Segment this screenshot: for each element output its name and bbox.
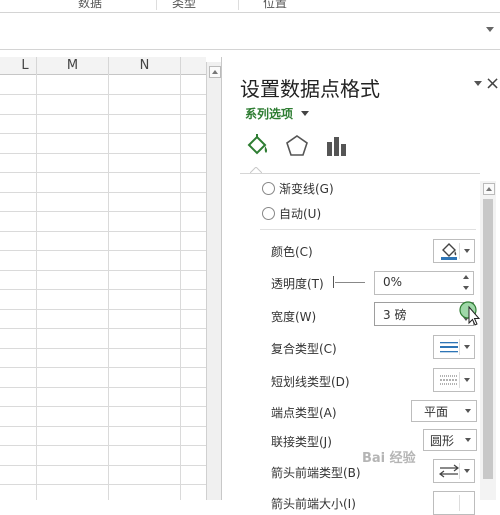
grid-line	[0, 270, 206, 271]
transparency-label: 透明度(T)	[271, 277, 324, 291]
spin-down-icon[interactable]	[459, 283, 473, 294]
automatic-radio[interactable]	[262, 207, 275, 220]
effects-pentagon-icon[interactable]	[284, 133, 310, 159]
double-arrow-icon	[439, 464, 459, 478]
grid-line	[0, 426, 206, 427]
gradient-line-label[interactable]: 渐变线(G)	[279, 180, 334, 197]
series-options-dropdown[interactable]: 系列选项	[245, 105, 293, 122]
column-header[interactable]: L	[0, 57, 37, 75]
dash-type-dropdown[interactable]	[433, 368, 475, 392]
compound-type-dropdown[interactable]	[433, 335, 475, 359]
caret-down-icon[interactable]	[301, 111, 309, 116]
ribbon-tab-type[interactable]: 类型	[172, 0, 196, 11]
column-header[interactable]: N	[109, 57, 181, 75]
scrollbar-thumb[interactable]	[483, 199, 493, 479]
grid-line	[0, 231, 206, 232]
arrow-begin-type-dropdown[interactable]	[433, 459, 475, 483]
formula-bar[interactable]	[0, 13, 500, 50]
chevron-down-icon[interactable]	[474, 81, 482, 86]
dash-type-label: 短划线类型(D)	[271, 375, 350, 389]
column-header[interactable]	[181, 57, 206, 75]
grid-line	[0, 250, 206, 251]
paint-bucket-icon	[441, 243, 457, 260]
width-label: 宽度(W)	[271, 310, 317, 324]
spreadsheet-grid[interactable]: L M N	[0, 57, 206, 500]
grid-line	[0, 465, 206, 466]
grid-line	[0, 153, 206, 154]
grid-line	[0, 133, 206, 134]
compound-lines-icon	[440, 342, 458, 353]
grid-line	[0, 348, 206, 349]
grid-line	[36, 74, 37, 500]
transparency-slider-thumb[interactable]	[333, 276, 334, 288]
fill-line-icon[interactable]	[244, 133, 270, 159]
grid-line	[180, 74, 181, 500]
transparency-input[interactable]: 0%	[374, 271, 474, 295]
grid-line	[0, 387, 206, 388]
grid-line	[108, 74, 109, 500]
watermark-logo: Bai 经验	[362, 451, 416, 466]
spin-up-icon[interactable]	[459, 272, 473, 283]
dash-lines-icon	[440, 375, 458, 385]
color-label: 颜色(C)	[271, 245, 313, 259]
compound-type-label: 复合类型(C)	[271, 342, 337, 356]
pane-vertical-scrollbar[interactable]	[480, 181, 496, 500]
cap-type-dropdown[interactable]: 平面	[411, 400, 477, 422]
column-header[interactable]: M	[37, 57, 109, 75]
format-data-point-pane: 设置数据点格式 × 系列选项 渐变线(G) 自动(U) 颜色(C) 透明度(T)	[221, 57, 500, 515]
scroll-up-icon[interactable]	[209, 66, 221, 78]
grid-line	[0, 114, 206, 115]
join-type-dropdown[interactable]: 圆形	[423, 429, 477, 451]
ribbon-tab-location[interactable]: 位置	[263, 0, 287, 11]
mouse-cursor-highlight	[459, 301, 481, 326]
scroll-up-icon[interactable]	[483, 183, 495, 195]
grid-line	[0, 211, 206, 212]
ribbon-tab-data[interactable]: 数据	[78, 0, 102, 11]
ribbon-bar: 数据 类型 位置	[0, 0, 500, 13]
grid-line	[0, 309, 206, 310]
join-type-label: 联接类型(J)	[271, 435, 332, 449]
grid-line	[0, 406, 206, 407]
pane-title: 设置数据点格式	[240, 77, 380, 101]
gradient-line-radio[interactable]	[262, 182, 275, 195]
arrow-begin-size-label: 箭头前端大小(I)	[271, 497, 356, 511]
sheet-vertical-scrollbar[interactable]	[206, 62, 222, 500]
cap-type-label: 端点类型(A)	[271, 406, 337, 420]
close-icon[interactable]: ×	[485, 73, 500, 94]
grid-line	[0, 192, 206, 193]
formula-expand-icon[interactable]	[486, 27, 494, 32]
transparency-slider[interactable]	[335, 282, 365, 283]
grid-line	[0, 328, 206, 329]
series-options-bars-icon[interactable]	[324, 133, 350, 159]
pane-divider	[240, 173, 480, 174]
grid-line	[0, 94, 206, 95]
section-separator	[260, 229, 476, 230]
grid-line	[0, 172, 206, 173]
grid-line	[0, 367, 206, 368]
grid-line	[0, 484, 206, 485]
arrow-begin-size-dropdown[interactable]	[433, 491, 475, 515]
arrow-begin-type-label: 箭头前端类型(B)	[271, 466, 361, 480]
grid-line	[0, 445, 206, 446]
grid-line	[0, 289, 206, 290]
automatic-label[interactable]: 自动(U)	[279, 205, 321, 222]
line-color-dropdown[interactable]	[433, 239, 475, 263]
